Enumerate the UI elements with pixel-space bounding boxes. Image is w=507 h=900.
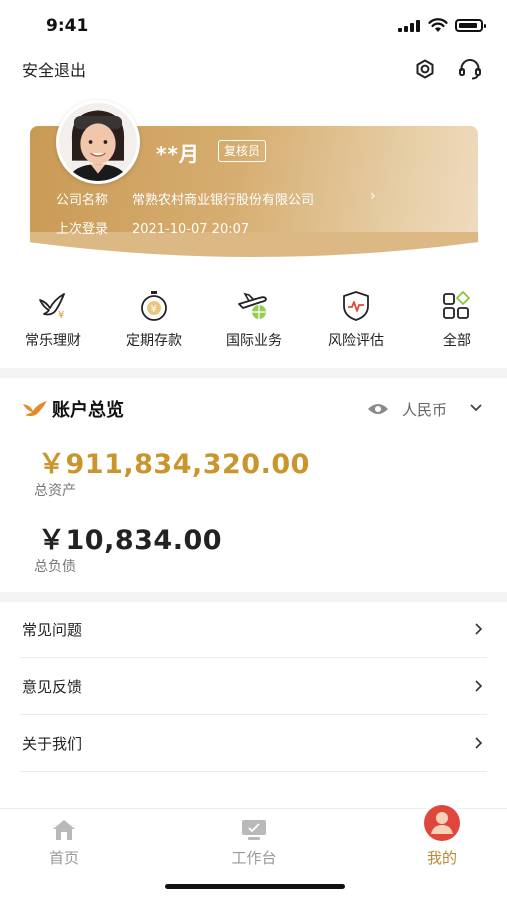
chevron-right-icon xyxy=(475,623,483,635)
logout-button[interactable]: 安全退出 xyxy=(22,57,86,81)
avatar-portrait-icon xyxy=(59,103,137,181)
bird-wealth-icon: ¥ xyxy=(39,293,65,321)
chevron-right-icon xyxy=(475,680,483,692)
monitor-icon xyxy=(242,820,266,840)
section-divider xyxy=(0,368,507,378)
total-liabilities-label: 总负债 xyxy=(34,559,76,575)
battery-icon xyxy=(455,19,486,32)
chevron-right-icon: › xyxy=(370,188,376,204)
list-item-faq[interactable]: 常见问题 xyxy=(20,601,487,658)
top-header: 安全退出 xyxy=(0,48,507,90)
svg-text:¥: ¥ xyxy=(58,310,64,321)
avatar[interactable] xyxy=(56,100,140,184)
list-item-label: 意见反馈 xyxy=(22,678,83,696)
quick-menu: ¥ 常乐理财 ¥ 定期存款 国际业务 风险评估 全部 xyxy=(0,284,507,362)
tab-mine[interactable]: 我的 xyxy=(382,802,502,879)
last-login-row: 上次登录 2021-10-07 20:07 xyxy=(56,218,249,237)
total-assets-value: ￥911,834,320.00 xyxy=(38,449,310,480)
menu-item-label: 定期存款 xyxy=(126,333,182,349)
menu-item-deposit[interactable]: ¥ 定期存款 xyxy=(109,284,199,362)
signal-icon xyxy=(398,20,420,32)
overview-title: 账户总览 xyxy=(52,400,124,421)
list-item-label: 常见问题 xyxy=(22,621,83,639)
grid-apps-icon xyxy=(443,291,470,319)
stopwatch-yuan-icon: ¥ xyxy=(141,291,167,321)
account-overview: 账户总览 人民币 ￥911,834,320.00 总资产 ￥10,834.00 … xyxy=(0,380,507,590)
home-icon xyxy=(53,820,75,840)
list-item-label: 关于我们 xyxy=(22,735,83,753)
tab-label: 首页 xyxy=(48,849,79,867)
status-bar: 9:41 xyxy=(0,0,507,48)
list-item-feedback[interactable]: 意见反馈 xyxy=(20,658,487,715)
eye-icon[interactable] xyxy=(367,402,389,416)
total-liabilities-value: ￥10,834.00 xyxy=(38,525,223,556)
menu-item-label: 国际业务 xyxy=(226,333,282,349)
gear-icon[interactable] xyxy=(412,56,438,82)
chevron-right-icon xyxy=(475,737,483,749)
bird-logo-icon xyxy=(23,401,47,417)
menu-item-label: 风险评估 xyxy=(328,333,384,349)
company-row[interactable]: 公司名称 常熟农村商业银行股份有限公司 › xyxy=(56,188,376,208)
user-name: **月 xyxy=(156,142,200,166)
list-item-about[interactable]: 关于我们 xyxy=(20,715,487,772)
tab-home[interactable]: 首页 xyxy=(4,809,124,879)
menu-item-all[interactable]: 全部 xyxy=(412,284,502,362)
plane-globe-icon xyxy=(238,292,267,319)
status-time: 9:41 xyxy=(46,16,89,36)
total-assets-label: 总资产 xyxy=(34,483,76,499)
tab-label: 我的 xyxy=(426,849,457,867)
settings-list: 常见问题 意见反馈 关于我们 xyxy=(0,601,507,772)
menu-item-international[interactable]: 国际业务 xyxy=(209,284,299,362)
last-login-label: 上次登录 xyxy=(56,222,109,237)
tab-workbench[interactable]: 工作台 xyxy=(194,809,314,879)
tab-label: 工作台 xyxy=(231,849,277,867)
last-login-value: 2021-10-07 20:07 xyxy=(132,222,250,237)
card-curve xyxy=(0,232,507,272)
currency-selector[interactable]: 人民币 xyxy=(402,399,447,420)
chevron-down-icon[interactable] xyxy=(470,404,482,412)
wifi-icon xyxy=(428,18,448,32)
home-indicator xyxy=(165,884,345,889)
role-badge: 复核员 xyxy=(218,140,267,162)
headset-icon[interactable] xyxy=(457,56,483,82)
user-avatar-icon xyxy=(421,802,463,844)
menu-item-wealth[interactable]: ¥ 常乐理财 xyxy=(8,284,98,362)
company-value: 常熟农村商业银行股份有限公司 xyxy=(132,193,315,208)
svg-text:¥: ¥ xyxy=(151,304,157,315)
shield-pulse-icon xyxy=(343,291,369,321)
menu-item-risk[interactable]: 风险评估 xyxy=(311,284,401,362)
menu-item-label: 常乐理财 xyxy=(25,333,81,349)
company-label: 公司名称 xyxy=(56,193,109,208)
menu-item-label: 全部 xyxy=(443,333,471,349)
